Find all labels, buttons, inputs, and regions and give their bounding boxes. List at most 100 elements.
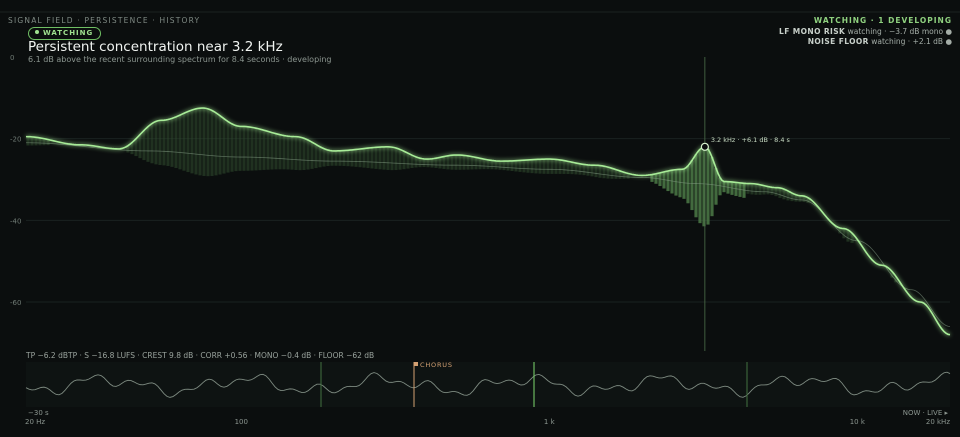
- persistence-bar: [586, 164, 590, 176]
- persistence-bar: [506, 161, 510, 171]
- persistence-bar: [686, 165, 690, 204]
- persistence-bar: [146, 126, 150, 162]
- status-row-label: LF MONO RISK: [779, 26, 846, 36]
- persistence-bar: [134, 138, 138, 157]
- persistence-bar: [154, 121, 158, 165]
- persistence-bar: [398, 149, 402, 170]
- persistence-bar: [294, 136, 298, 171]
- persistence-bar: [670, 170, 674, 194]
- persistence-bar: [290, 136, 294, 170]
- persistence-bar: [466, 155, 470, 170]
- metrics-readout: TP −6.2 dBTP · S −16.8 LUFS · CREST 9.8 …: [26, 351, 375, 360]
- persistence-bar: [326, 150, 330, 167]
- persistence-bar: [582, 164, 586, 176]
- persistence-bar: [442, 156, 446, 169]
- persistence-bar: [622, 172, 626, 179]
- persistence-bar: [470, 156, 474, 170]
- status-panel: WATCHING · 1 DEVELOPING LF MONO RISK wat…: [779, 16, 952, 48]
- persistence-bar: [210, 110, 214, 176]
- persistence-bar: [310, 142, 314, 169]
- persistence-bar: [418, 158, 422, 168]
- persistence-bar: [842, 228, 846, 239]
- persistence-bar: [534, 159, 538, 174]
- status-dot-icon: [35, 30, 39, 34]
- persistence-bar: [186, 111, 190, 173]
- spectrum-chart[interactable]: 0 -20 -40 -60 3.2 kHz · +6.1 dB · 8.4 s CHORU…: [0, 0, 960, 437]
- status-row-lf-mono[interactable]: LF MONO RISK watching · −3.7 dB mono ●: [779, 27, 952, 38]
- persistence-bar: [542, 159, 546, 174]
- persistence-bar: [422, 158, 426, 168]
- persistence-bar: [130, 142, 134, 155]
- persistence-bar: [378, 147, 382, 170]
- persistence-bar: [598, 165, 602, 178]
- persistence-bar: [510, 160, 514, 172]
- status-row-noise-floor[interactable]: NOISE FLOOR watching · +2.1 dB ●: [779, 37, 952, 48]
- persistence-bar: [38, 137, 42, 146]
- persistence-bar: [402, 151, 406, 170]
- persistence-bar: [782, 189, 786, 200]
- persistence-bar: [682, 168, 686, 199]
- persistence-bar: [390, 147, 394, 171]
- persistence-bar: [722, 181, 726, 193]
- persistence-bar: [762, 185, 766, 195]
- persistence-bar: [266, 131, 270, 170]
- persistence-bar: [386, 146, 390, 170]
- persistence-bar: [214, 112, 218, 176]
- persistence-bar: [654, 173, 658, 184]
- persistence-bar: [246, 126, 250, 171]
- persistence-bar: [322, 148, 326, 167]
- persistence-bar: [726, 181, 730, 194]
- persistence-bar: [298, 137, 302, 171]
- persistence-bar: [494, 160, 498, 170]
- persistence-bar: [454, 155, 458, 170]
- persistence-bar: [254, 128, 258, 171]
- persistence-bar: [222, 118, 226, 174]
- persistence-bar: [366, 148, 370, 169]
- persistence-bar: [694, 154, 698, 218]
- persistence-bar: [150, 123, 154, 164]
- persistence-bar: [698, 149, 702, 224]
- persistence-bar: [370, 147, 374, 169]
- current-spectrum-line: [25, 107, 951, 336]
- persistence-bar: [766, 186, 770, 195]
- persistence-bar: [330, 150, 334, 166]
- persistence-bar: [206, 108, 210, 177]
- persistence-bar: [302, 138, 306, 171]
- persistence-bar: [270, 132, 274, 170]
- persistence-bar: [706, 149, 710, 225]
- persistence-bar: [274, 133, 278, 170]
- persistence-bar: [282, 135, 286, 170]
- persistence-bar: [774, 187, 778, 197]
- persistence-bar: [738, 182, 742, 197]
- persistence-bar: [194, 108, 198, 175]
- persistence-bar: [242, 126, 246, 171]
- persistence-bar: [758, 184, 762, 195]
- chorus-marker-label: CHORUS: [420, 361, 453, 369]
- persistence-bar: [730, 181, 734, 195]
- persistence-bar: [502, 161, 506, 171]
- persistence-bar: [702, 146, 706, 227]
- persistence-bar: [250, 127, 254, 171]
- history-end-label[interactable]: NOW · LIVE ▸: [903, 409, 948, 417]
- persistence-bar: [890, 271, 894, 278]
- page-subtitle: 6.1 dB above the recent surrounding spec…: [28, 55, 332, 64]
- persistence-bar: [714, 168, 718, 205]
- persistence-bar: [610, 168, 614, 179]
- page-title: Persistent concentration near 3.2 kHz: [28, 39, 283, 55]
- persistence-bar: [770, 187, 774, 195]
- persistence-bar: [526, 159, 530, 173]
- app-frame: SIGNAL FIELD · PERSISTENCE · HISTORY WAT…: [0, 0, 960, 437]
- persistence-bar: [550, 159, 554, 174]
- persistence-bar: [358, 149, 362, 168]
- persistence-bar: [462, 155, 466, 170]
- persistence-bar: [754, 183, 758, 195]
- persistence-bar: [230, 123, 234, 172]
- persistence-bar: [678, 169, 682, 198]
- chorus-flag-icon: [414, 362, 418, 366]
- persistence-bar: [226, 121, 230, 173]
- status-row-value: watching · −3.7 dB mono ●: [847, 26, 952, 36]
- persistence-bar: [750, 183, 754, 195]
- persistence-bar: [562, 160, 566, 174]
- persistence-bar: [590, 165, 594, 177]
- persistence-bar: [718, 177, 722, 196]
